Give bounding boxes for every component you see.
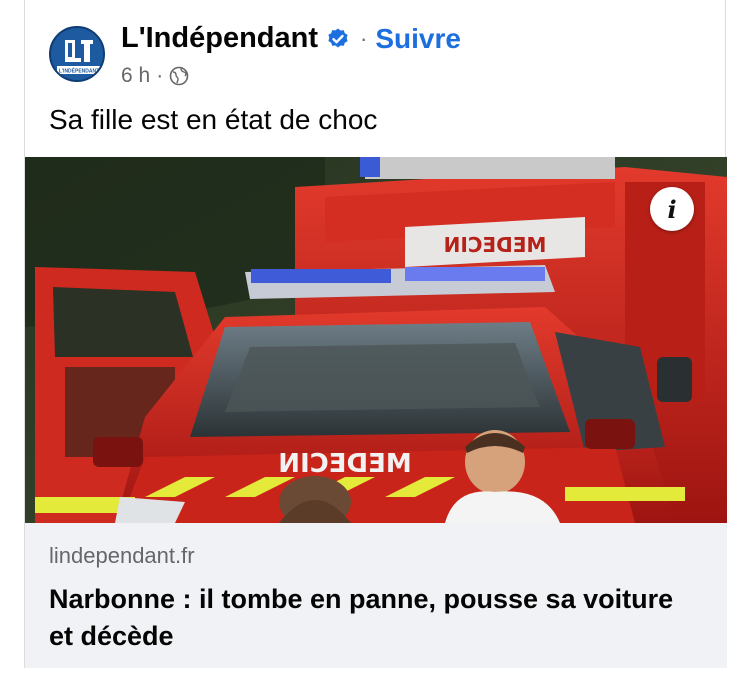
- post-meta: 6 h ·: [121, 64, 189, 88]
- post-caption: Sa fille est en état de choc: [49, 104, 378, 135]
- meta-separator: ·: [156, 64, 164, 87]
- page-avatar[interactable]: L'INDÉPENDANT: [49, 26, 105, 82]
- fire-rescue-vehicle-photo: MEDECIN MEDECIN: [25, 157, 727, 523]
- svg-text:L'INDÉPENDANT: L'INDÉPENDANT: [59, 67, 99, 75]
- post-header: L'INDÉPENDANT L'Indépendant · Suivre 6 h…: [25, 0, 725, 100]
- globe-icon: [169, 66, 189, 86]
- name-row: L'Indépendant · Suivre: [121, 22, 461, 55]
- separator-dot: ·: [360, 25, 368, 51]
- post-photo[interactable]: MEDECIN MEDECIN i: [25, 157, 727, 523]
- ad-info-button[interactable]: i: [650, 187, 694, 231]
- link-preview[interactable]: lindependant.fr Narbonne : il tombe en p…: [25, 523, 727, 668]
- svg-text:MEDECIN: MEDECIN: [444, 233, 547, 257]
- follow-button[interactable]: Suivre: [375, 23, 461, 55]
- post-timestamp[interactable]: 6 h: [121, 64, 150, 88]
- lindependant-logo-icon: L'INDÉPENDANT: [51, 28, 103, 80]
- verified-badge-icon: [328, 28, 348, 47]
- link-headline[interactable]: Narbonne : il tombe en panne, pousse sa …: [49, 581, 699, 655]
- page-name-link[interactable]: L'Indépendant: [121, 22, 318, 55]
- facebook-post: L'INDÉPENDANT L'Indépendant · Suivre 6 h…: [24, 0, 727, 668]
- svg-text:MEDECIN: MEDECIN: [278, 449, 412, 479]
- link-domain: lindependant.fr: [49, 543, 195, 568]
